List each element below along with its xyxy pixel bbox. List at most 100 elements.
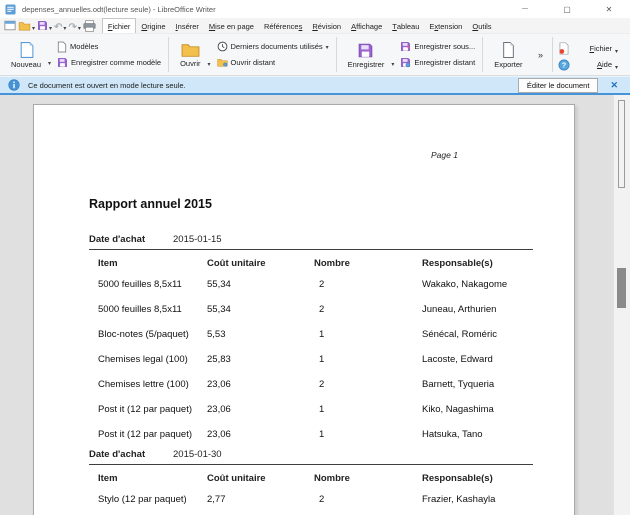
cell-unit-cost: 2,77	[207, 487, 314, 512]
edit-document-button[interactable]: Éditer le document	[518, 78, 599, 93]
tab-r-f-rences[interactable]: Références	[259, 18, 307, 33]
cell-item: Chemises legal (100)	[98, 347, 207, 372]
table-row: 5000 feuilles 8,5x1155,342Juneau, Arthur…	[89, 297, 533, 322]
scrollbar-thumb[interactable]	[617, 268, 626, 308]
tab-fichier[interactable]: Fichier	[102, 18, 137, 33]
column-header: Responsable(s)	[422, 255, 533, 272]
tab-r-vision[interactable]: Révision	[307, 18, 346, 33]
titlebar: depenses_annuelles.odt(lecture seule) - …	[0, 0, 630, 18]
purchase-date-row: Date d'achat2015-01-15	[89, 233, 533, 250]
recent-documents-button[interactable]: Derniers documents utilisés	[217, 40, 329, 54]
cell-item: Post it (12 par paquet)	[98, 397, 207, 422]
purchase-section: Date d'achat2015-01-30ItemCoût unitaireN…	[89, 448, 533, 512]
libreoffice-writer-window: depenses_annuelles.odt(lecture seule) - …	[0, 0, 630, 515]
toolbar-separator	[168, 37, 169, 72]
save-as-template-button[interactable]: Enregistrer comme modèle	[57, 56, 161, 70]
chevron-down-icon[interactable]	[48, 52, 51, 70]
chevron-down-icon[interactable]	[391, 53, 394, 71]
svg-text:?: ?	[562, 60, 567, 69]
undo-icon[interactable]	[54, 19, 66, 33]
new-button[interactable]: Nouveau	[7, 39, 51, 70]
export-button[interactable]: Exporter	[490, 39, 526, 70]
document-title: Rapport annuel 2015	[89, 197, 212, 211]
file-menu-label: Fichier	[574, 44, 612, 53]
menubar: FichierOrigineInsérerMise en pageRéféren…	[0, 18, 630, 34]
chevron-down-icon[interactable]	[63, 17, 66, 35]
table-row: Chemises legal (100)25,831Lacoste, Edwar…	[89, 347, 533, 372]
cell-item: 5000 feuilles 8,5x11	[98, 297, 207, 322]
remote-folder-icon	[217, 58, 228, 67]
purchase-date-label: Date d'achat	[89, 448, 173, 461]
cell-responsible: Juneau, Arthurien	[422, 297, 533, 322]
help-icon: ?	[558, 59, 570, 71]
chevron-down-icon[interactable]	[32, 17, 35, 35]
document-area: Page 1 Rapport annuel 2015 Date d'achat2…	[0, 95, 630, 515]
report-sections: Date d'achat2015-01-15ItemCoût unitaireN…	[89, 233, 533, 513]
column-header: Nombre	[314, 470, 422, 487]
save-button[interactable]: Enregistrer	[344, 40, 395, 70]
save-remote-button[interactable]: Enregistrer distant	[400, 56, 475, 70]
minimize-button[interactable]	[504, 0, 546, 18]
save-as-button[interactable]: Enregistrer sous...	[400, 40, 475, 54]
chevron-down-icon[interactable]	[207, 53, 210, 71]
cell-item: 5000 feuilles 8,5x11	[98, 272, 207, 297]
templates-label: Modèles	[70, 42, 98, 51]
menu-tabs: FichierOrigineInsérerMise en pageRéféren…	[102, 18, 497, 33]
column-header: Coût unitaire	[207, 470, 314, 487]
tab-outils[interactable]: Outils	[467, 18, 496, 33]
chevron-down-icon[interactable]	[49, 17, 52, 35]
table-row: 5000 feuilles 8,5x1155,342Wakako, Nakago…	[89, 272, 533, 297]
chevron-down-icon[interactable]	[615, 56, 623, 74]
save-button-label: Enregistrer	[348, 60, 385, 69]
vertical-scrollbar[interactable]	[613, 95, 630, 515]
group-new: Nouveau Modèles Enregistrer comme modèle	[5, 34, 163, 75]
cell-item: Bloc-notes (5/paquet)	[98, 322, 207, 347]
chevron-down-icon[interactable]	[78, 17, 81, 35]
cell-item: Post it (12 par paquet)	[98, 422, 207, 447]
table-header-row: ItemCoût unitaireNombreResponsable(s)	[89, 255, 533, 272]
new-document-icon[interactable]	[4, 19, 16, 33]
cell-responsible: Hatsuka, Tano	[422, 422, 533, 447]
open-button-label: Ouvrir	[180, 59, 200, 68]
save-template-icon	[57, 57, 68, 68]
cell-count: 1	[314, 422, 422, 447]
print-icon[interactable]	[83, 19, 96, 33]
save-icon[interactable]	[37, 19, 52, 33]
help-menu-button[interactable]: ? Aide	[558, 56, 623, 70]
tab-mise-en-page[interactable]: Mise en page	[204, 18, 259, 33]
column-header: Responsable(s)	[422, 470, 533, 487]
purchase-date-value: 2015-01-15	[173, 234, 222, 245]
group-export: Exporter	[488, 34, 528, 75]
tab-tableau[interactable]: Tableau	[387, 18, 424, 33]
scrollbar-range-marker[interactable]	[618, 100, 625, 188]
open-button[interactable]: Ouvrir	[176, 40, 210, 69]
column-header: Nombre	[314, 255, 422, 272]
pdf-file-icon	[558, 42, 570, 55]
cell-count: 1	[314, 347, 422, 372]
help-menu-label: Aide	[574, 60, 612, 69]
close-button[interactable]	[588, 0, 630, 18]
table-row: Chemises lettre (100)23,062Barnett, Tyqu…	[89, 372, 533, 397]
cell-unit-cost: 25,83	[207, 347, 314, 372]
file-menu-button[interactable]: Fichier	[558, 40, 623, 54]
maximize-button[interactable]	[546, 0, 588, 18]
infobar-close-icon[interactable]	[610, 80, 618, 91]
cell-unit-cost: 55,34	[207, 272, 314, 297]
document-page[interactable]: Page 1 Rapport annuel 2015 Date d'achat2…	[33, 104, 575, 515]
templates-button[interactable]: Modèles	[57, 40, 161, 54]
redo-icon[interactable]	[68, 19, 80, 33]
toolbar-overflow-button[interactable]: »	[534, 50, 547, 60]
cell-count: 2	[314, 272, 422, 297]
group-open: Ouvrir Derniers documents utilisés	[174, 34, 331, 75]
open-remote-button[interactable]: Ouvrir distant	[217, 56, 329, 70]
open-folder-icon[interactable]	[18, 19, 35, 33]
cell-item: Stylo (12 par paquet)	[98, 487, 207, 512]
tab-affichage[interactable]: Affichage	[346, 18, 387, 33]
toolbar-separator	[552, 37, 553, 72]
new-button-label: Nouveau	[11, 60, 41, 69]
cell-count: 2	[314, 297, 422, 322]
chevron-down-icon[interactable]	[326, 42, 329, 51]
tab-ins-rer[interactable]: Insérer	[171, 18, 204, 33]
tab-extension[interactable]: Extension	[424, 18, 467, 33]
tab-origine[interactable]: Origine	[136, 18, 170, 33]
